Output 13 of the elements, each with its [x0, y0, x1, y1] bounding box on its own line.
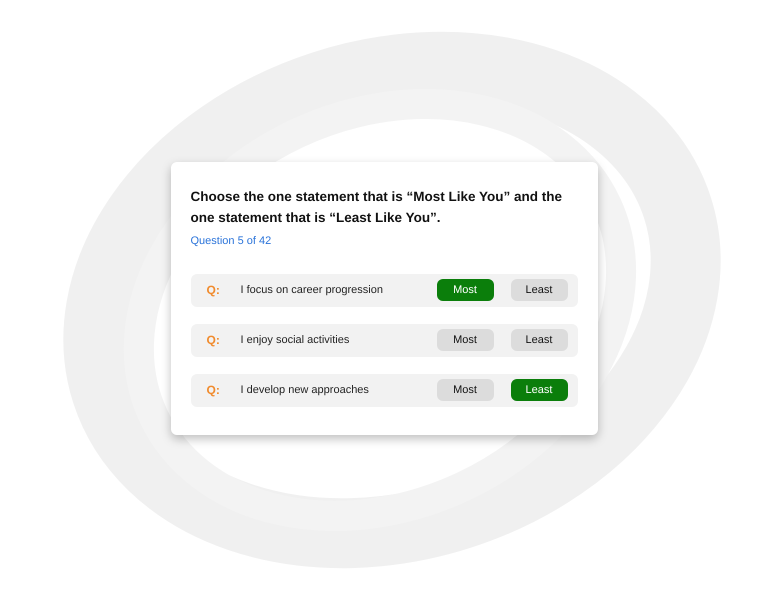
choice-button[interactable]: Most	[436, 279, 494, 301]
question-prefix: Q:	[206, 332, 221, 349]
choice-button[interactable]: Most	[436, 379, 494, 401]
statement-text: I enjoy social activities	[240, 332, 350, 348]
question-prefix: Q:	[206, 282, 221, 299]
question-prefix: Q:	[206, 382, 221, 399]
statement-text: I focus on career progression	[240, 282, 384, 298]
choice-button[interactable]: Most	[436, 329, 494, 351]
statement-text: I develop new approaches	[240, 382, 370, 398]
choice-button[interactable]: Least	[510, 279, 568, 301]
choice-button[interactable]: Least	[510, 329, 568, 351]
choice-button[interactable]: Least	[510, 379, 568, 401]
question-title: Choose the one statement that is “Most Like You” and the one statement that is “Least Like You”.	[190, 188, 564, 227]
